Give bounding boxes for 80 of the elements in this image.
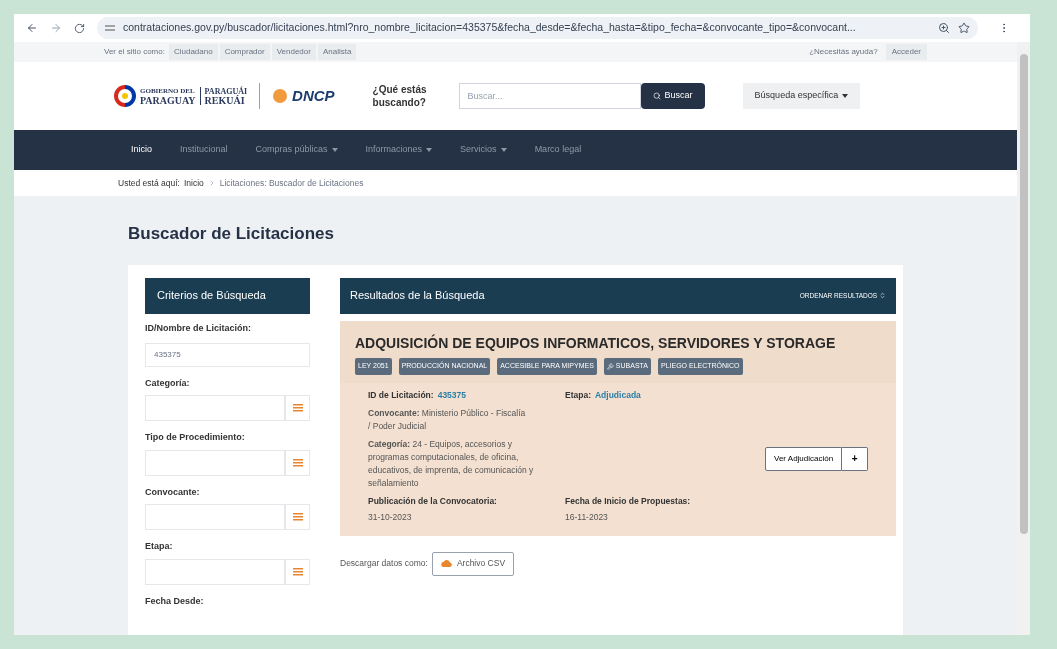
field-label: Convocante: — [145, 485, 201, 499]
role-link[interactable]: Vendedor — [271, 44, 316, 60]
publication-date: 31-10-2023 — [368, 511, 413, 524]
expand-button[interactable]: + — [842, 446, 869, 471]
search-icon — [652, 92, 661, 100]
address-bar[interactable]: contrataciones.gov.py/buscador/licitaciones.html?nro_nombre_licitacion=435375&fecha_desde=&fecha_hasta=&tipo_fecha=&convocante_tipo=&convocant... — [97, 17, 978, 39]
logo-text: REKUÁI — [204, 96, 245, 105]
id-label: ID de Licitación: — [368, 388, 434, 402]
list-button[interactable] — [285, 449, 310, 476]
dncp-emblem-icon — [272, 88, 289, 104]
role-link[interactable]: Ciudadano — [168, 44, 218, 60]
results-title: Resultados de la Búsqueda — [350, 288, 485, 304]
caret-icon — [426, 147, 433, 152]
site-settings-icon — [105, 23, 115, 33]
dncp-logo-text[interactable]: DNCP — [292, 84, 335, 108]
search-prompt: ¿Qué estás buscando? — [372, 83, 428, 109]
nav-item[interactable]: Servicios — [460, 143, 507, 157]
specific-search-button[interactable]: Búsqueda específica — [742, 83, 861, 109]
nav-item[interactable]: Institucional — [180, 143, 228, 157]
id-value: 435375 — [437, 388, 467, 402]
cloud-icon — [440, 559, 452, 569]
picker-field[interactable] — [145, 504, 285, 530]
view-award-button[interactable]: Ver Adjudicación — [765, 446, 843, 471]
nav-item[interactable]: Compras públicas — [255, 143, 338, 157]
logo-text: PARAGUÁI — [204, 87, 248, 96]
list-button[interactable] — [285, 395, 310, 421]
search-button[interactable]: Buscar — [640, 83, 705, 109]
breadcrumb-link[interactable]: Inicio — [183, 176, 204, 190]
nav-item[interactable]: Inicio — [131, 143, 152, 157]
reload-icon[interactable] — [74, 22, 85, 34]
list-button[interactable] — [285, 504, 310, 530]
field-label: Fecha Desde: — [145, 594, 205, 608]
csv-download-button[interactable]: Archivo CSV — [431, 551, 515, 576]
list-icon — [292, 403, 303, 413]
sort-icon — [879, 292, 887, 299]
forward-icon[interactable] — [50, 22, 62, 34]
start-label: Fecha de Inicio de Propuestas: — [565, 495, 692, 508]
page-title: Buscador de Licitaciones — [128, 223, 335, 245]
convener-text: Convocante: Ministerio Público - Fiscalía / Poder Judicial — [368, 407, 527, 434]
list-icon — [292, 566, 303, 577]
field-label: Etapa: — [145, 540, 174, 553]
category-text: Categoría: 24 - Equipos, accesorios y programas computacionales, de oficina, educativos, de imprenta, de comunicación y señalamiento — [368, 438, 535, 491]
list-button[interactable] — [285, 558, 310, 585]
picker-field[interactable] — [145, 558, 285, 585]
field-label: Tipo de Procedimiento: — [145, 431, 246, 444]
field-label: Categoría: — [145, 376, 191, 390]
login-link[interactable]: Acceder — [885, 44, 927, 60]
breadcrumb-link[interactable]: Licitaciones: Buscador de Licitaciones — [219, 176, 364, 190]
filters-header: Criterios de Búsqueda — [145, 277, 310, 314]
zoom-icon[interactable] — [938, 22, 950, 34]
star-icon[interactable] — [958, 22, 970, 34]
start-date: 16-11-2023 — [565, 511, 609, 524]
nav-item[interactable]: Informaciones — [365, 143, 433, 157]
gavel-icon — [606, 362, 614, 370]
breadcrumb-label: Usted está aquí: — [118, 176, 180, 190]
picker-field[interactable] — [145, 395, 285, 421]
flag-emblem-icon — [114, 85, 136, 107]
logo-text: PARAGUAY — [140, 96, 196, 105]
scrollbar[interactable] — [1017, 42, 1030, 635]
caret-icon — [331, 147, 338, 152]
role-link[interactable]: Analista — [317, 44, 357, 60]
view-as-label: Ver el sitio como: — [104, 46, 165, 58]
list-icon — [292, 512, 303, 522]
text-field[interactable]: 435375 — [145, 342, 310, 367]
role-link[interactable]: Comprador — [219, 44, 270, 60]
publication-label: Publicación de la Convocatoria: — [368, 495, 498, 508]
back-icon[interactable] — [26, 22, 38, 34]
stage-label: Etapa: — [565, 388, 591, 402]
field-label: ID/Nombre de Licitación: — [145, 321, 252, 335]
url-text: contrataciones.gov.py/buscador/licitaciones.html?nro_nombre_licitacion=435375&fecha_desde=&fecha_hasta=&tipo_fecha=&convocante_tipo=&convocant... — [123, 20, 857, 36]
picker-field[interactable] — [145, 449, 285, 476]
caret-icon — [500, 147, 507, 152]
search-field[interactable]: Buscar... — [458, 83, 641, 109]
nav-item[interactable]: Marco legal — [534, 143, 582, 157]
help-link[interactable]: ¿Necesitás ayuda? — [809, 46, 878, 58]
result-title[interactable]: ADQUISICIÓN DE EQUIPOS INFORMATICOS, SERVIDORES Y STORAGE — [355, 332, 882, 354]
stage-value: Adjudicada — [595, 388, 641, 402]
download-label: Descargar datos como: — [340, 557, 428, 571]
caret-icon — [842, 94, 849, 98]
list-icon — [292, 457, 303, 468]
